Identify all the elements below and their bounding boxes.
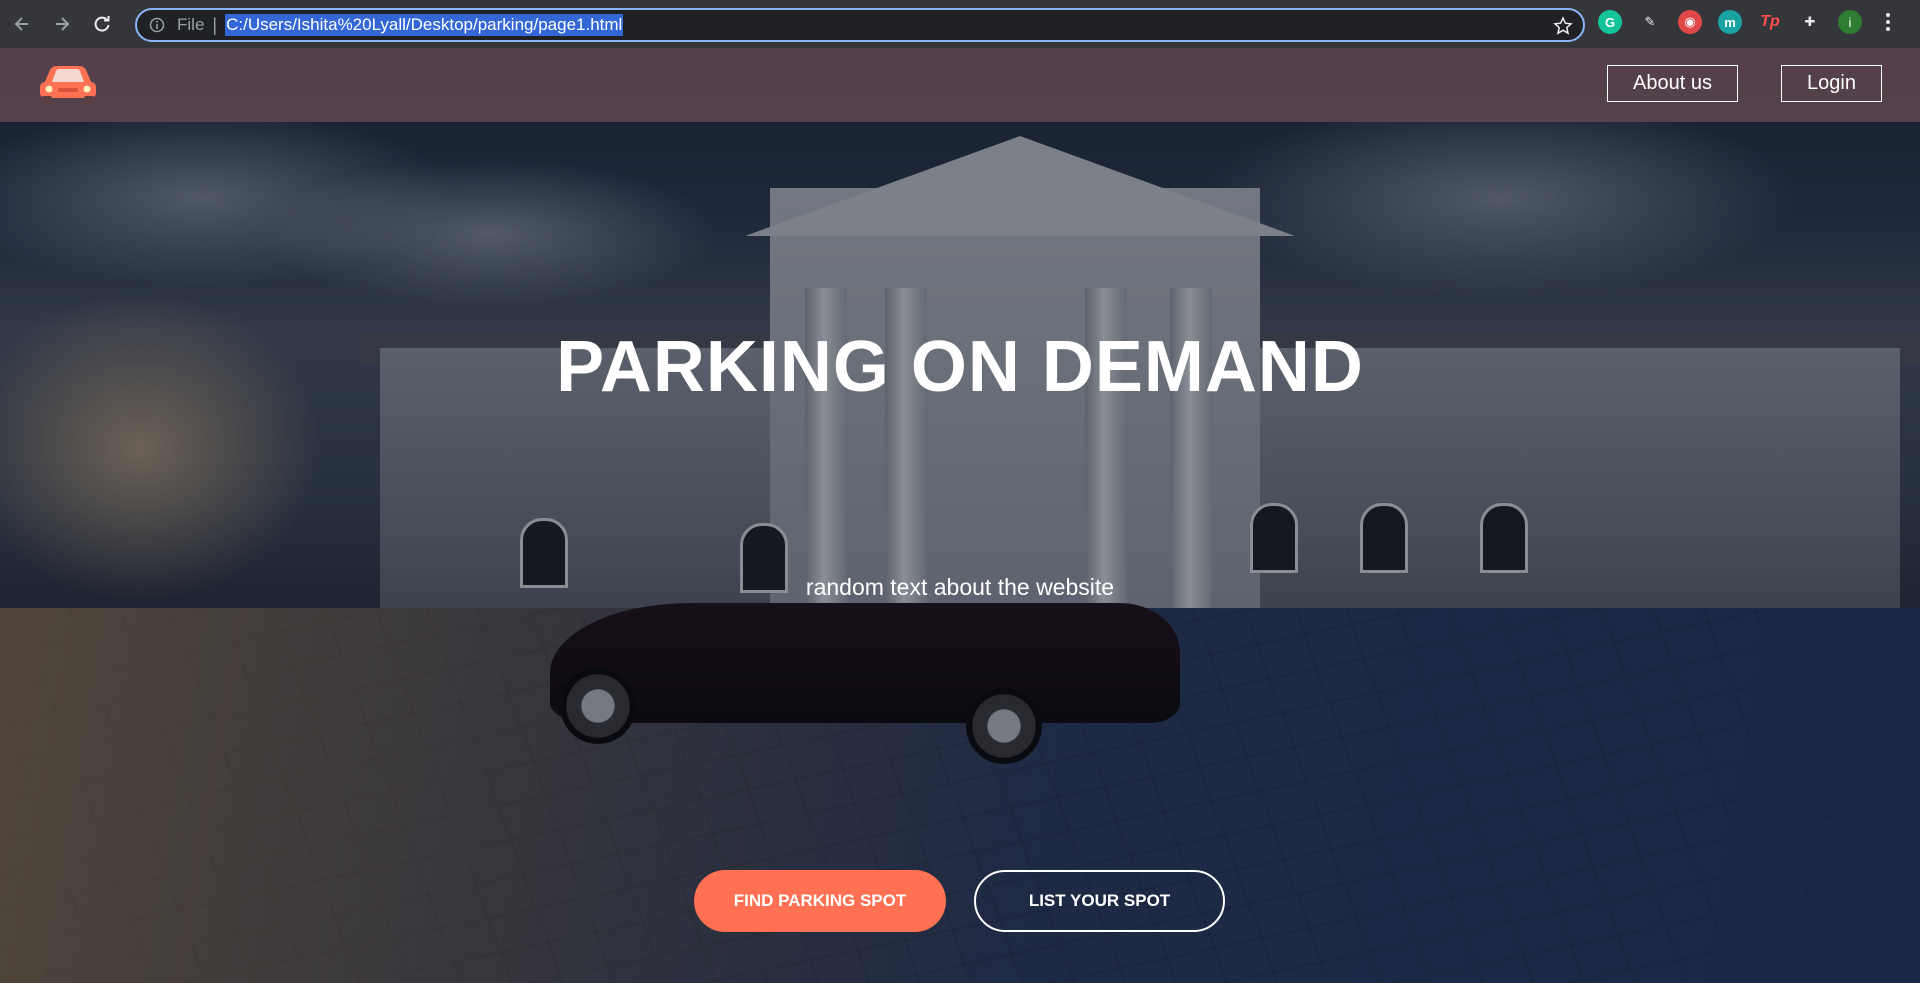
hero-subtitle: random text about the website: [805, 574, 1115, 600]
find-parking-spot-button[interactable]: FIND PARKING SPOT: [694, 870, 946, 932]
forward-arrow-icon: [56, 17, 70, 31]
forward-button[interactable]: [44, 6, 80, 42]
car-logo-icon[interactable]: [38, 60, 98, 106]
login-button[interactable]: Login: [1781, 65, 1882, 102]
puzzle-icon[interactable]: ✚: [1798, 10, 1822, 34]
eyes-icon[interactable]: ◉: [1678, 10, 1702, 34]
address-bar[interactable]: File | C:/Users/Ishita%20Lyall/Desktop/p…: [135, 8, 1585, 42]
url-text[interactable]: C:/Users/Ishita%20Lyall/Desktop/parking/…: [225, 14, 624, 36]
m-extension-icon[interactable]: m: [1718, 10, 1742, 34]
profile-avatar[interactable]: i: [1838, 10, 1862, 34]
list-your-spot-button[interactable]: LIST YOUR SPOT: [974, 870, 1225, 932]
hero-title: PARKING ON DEMAND: [556, 327, 1364, 407]
tp-extension-icon[interactable]: Tp: [1758, 10, 1782, 34]
scheme-label: File: [177, 15, 205, 34]
reload-icon: [94, 16, 110, 32]
scheme-separator: |: [212, 14, 218, 35]
extensions-area: G ✎ ◉ m Tp ✚ i: [1598, 10, 1898, 34]
pen-icon[interactable]: ✎: [1638, 10, 1662, 34]
info-icon[interactable]: [149, 17, 165, 33]
about-us-button[interactable]: About us: [1607, 65, 1738, 102]
browser-toolbar: File | C:/Users/Ishita%20Lyall/Desktop/p…: [0, 0, 1920, 48]
browser-menu-icon[interactable]: [1878, 12, 1898, 33]
grammarly-icon[interactable]: G: [1598, 10, 1622, 34]
dark-overlay: [0, 48, 1920, 983]
site-navbar: About us Login: [0, 48, 1920, 122]
hero-section: About us Login PARKING ON DEMAND random …: [0, 48, 1920, 983]
bookmark-star-icon[interactable]: [1553, 16, 1573, 36]
reload-button[interactable]: [84, 6, 120, 42]
back-button[interactable]: [4, 6, 40, 42]
back-arrow-icon: [14, 17, 28, 31]
